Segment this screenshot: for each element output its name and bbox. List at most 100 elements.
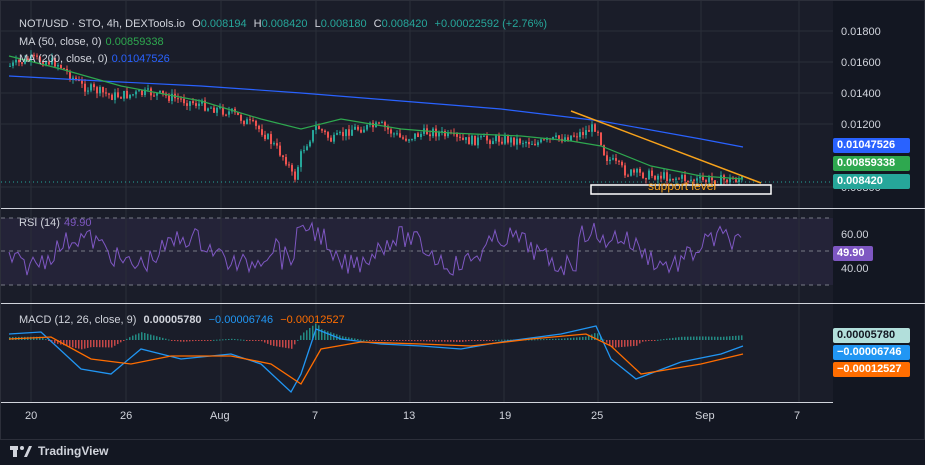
candle-body [294, 171, 296, 180]
candle-body [147, 88, 149, 90]
candle-body [720, 175, 722, 185]
macd-histogram-bar [81, 340, 83, 350]
macd-histogram-bar [357, 338, 359, 340]
candle-body [120, 97, 122, 99]
header-legend: NOT/USD · STO, 4h, DEXTools.io O0.008194… [19, 18, 551, 30]
candle-body [663, 172, 665, 179]
macd-histogram-bar [78, 340, 80, 349]
macd-histogram-bar [132, 335, 134, 340]
candle-body [534, 143, 536, 146]
candle-body [180, 98, 182, 100]
candle-body [207, 108, 209, 111]
price-tick: 0.01400 [841, 88, 881, 100]
macd-legend[interactable]: MACD (12, 26, close, 9) 0.00005780 −0.00… [19, 314, 349, 326]
time-tick: 7 [312, 410, 319, 422]
candle-body [405, 138, 407, 141]
macd-histogram-bar [621, 340, 623, 347]
candle-body [618, 160, 620, 162]
candle-body [195, 103, 197, 106]
macd-histogram-bar [465, 340, 467, 342]
candle-body [582, 132, 584, 136]
candle-body [462, 137, 464, 140]
macd-histogram-bar [627, 340, 629, 347]
macd-histogram-bar [180, 340, 182, 342]
macd-histogram-bar [663, 339, 665, 341]
macd-histogram-bar [111, 340, 113, 348]
candle-body [432, 128, 434, 137]
macd-histogram-bar [75, 340, 77, 348]
ma50-legend[interactable]: MA (50, close, 0) 0.00859338 [19, 36, 168, 48]
rsi-pane[interactable]: RSI (14) 49.90 [1, 209, 833, 303]
candle-body [738, 179, 740, 182]
candle-body [252, 120, 254, 122]
candle-body [102, 87, 104, 93]
macd-histogram-bar [390, 340, 392, 341]
macd-histogram-bar [618, 340, 620, 348]
candle-body [84, 83, 86, 92]
rsi-tick: 60.00 [841, 229, 869, 241]
macd-pane[interactable]: MACD (12, 26, close, 9) 0.00005780 −0.00… [1, 304, 833, 402]
macd-histogram-bar [363, 339, 365, 341]
candle-body [600, 132, 602, 146]
macd-histogram-bar [228, 338, 230, 340]
macd-histogram-bar [153, 335, 155, 340]
candle-body [513, 137, 515, 145]
chart-frame[interactable]: NOT/USD · STO, 4h, DEXTools.io O0.008194… [0, 0, 925, 440]
candle-body [399, 133, 401, 138]
price-pane[interactable]: NOT/USD · STO, 4h, DEXTools.io O0.008194… [1, 1, 833, 208]
macd-histogram-bar [309, 328, 311, 340]
macd-histogram-bar [582, 336, 584, 340]
macd-histogram-bar [420, 340, 422, 342]
tradingview-logo[interactable]: TradingView [10, 441, 108, 461]
candle-body [483, 135, 485, 137]
macd-histogram-bar [117, 340, 119, 345]
candle-body [468, 137, 470, 145]
candle-body [633, 169, 635, 173]
candle-body [390, 129, 392, 134]
macd-histogram-bar [651, 340, 653, 341]
macd-histogram-bar [669, 338, 671, 340]
macd-histogram-bar [435, 340, 437, 342]
high-label: H [253, 18, 262, 30]
candle-body [342, 132, 344, 137]
candle-body [498, 135, 500, 142]
candle-body [402, 137, 404, 139]
rsi-legend[interactable]: RSI (14) 49.90 [19, 217, 96, 229]
macd-histogram-bar [711, 336, 713, 340]
candle-body [93, 84, 95, 88]
macd-histogram-bar [165, 338, 167, 340]
macd-histogram-bar [288, 340, 290, 349]
candle-body [132, 94, 134, 96]
macd-histogram-bar [237, 339, 239, 341]
candle-body [459, 136, 461, 138]
macd-histogram-bar [108, 340, 110, 348]
candle-body [540, 139, 542, 143]
macd-histogram-bar [186, 340, 188, 342]
macd-histogram-bar [432, 340, 434, 342]
macd-histogram-bar [273, 340, 275, 346]
candle-body [135, 91, 137, 95]
macd-histogram-bar [285, 340, 287, 348]
macd-histogram-bar [720, 336, 722, 340]
ma200-legend[interactable]: MA (200, close, 0) 0.01047526 [19, 53, 174, 65]
macd-histogram-bar [231, 338, 233, 340]
macd-histogram-bar [150, 334, 152, 340]
candle-body [510, 137, 512, 143]
macd-histogram-bar [561, 338, 563, 340]
macd-histogram-bar [204, 340, 206, 341]
macd-histogram-bar [198, 340, 200, 341]
candle-body [336, 133, 338, 135]
candle-body [726, 179, 728, 183]
candle-body [129, 94, 131, 99]
macd-histogram-bar [102, 340, 104, 348]
candle-body [474, 135, 476, 146]
time-tick: Sep [695, 410, 715, 422]
macd-histogram-bar [168, 339, 170, 341]
candle-body [123, 90, 125, 99]
time-axis[interactable]: 20 26 Aug 7 13 19 25 Sep 7 [1, 402, 833, 432]
candle-body [90, 84, 92, 91]
macd-histogram-bar [693, 336, 695, 340]
macd-histogram-bar [444, 340, 446, 342]
candle-body [243, 120, 245, 125]
high-value: 0.008420 [261, 18, 308, 30]
